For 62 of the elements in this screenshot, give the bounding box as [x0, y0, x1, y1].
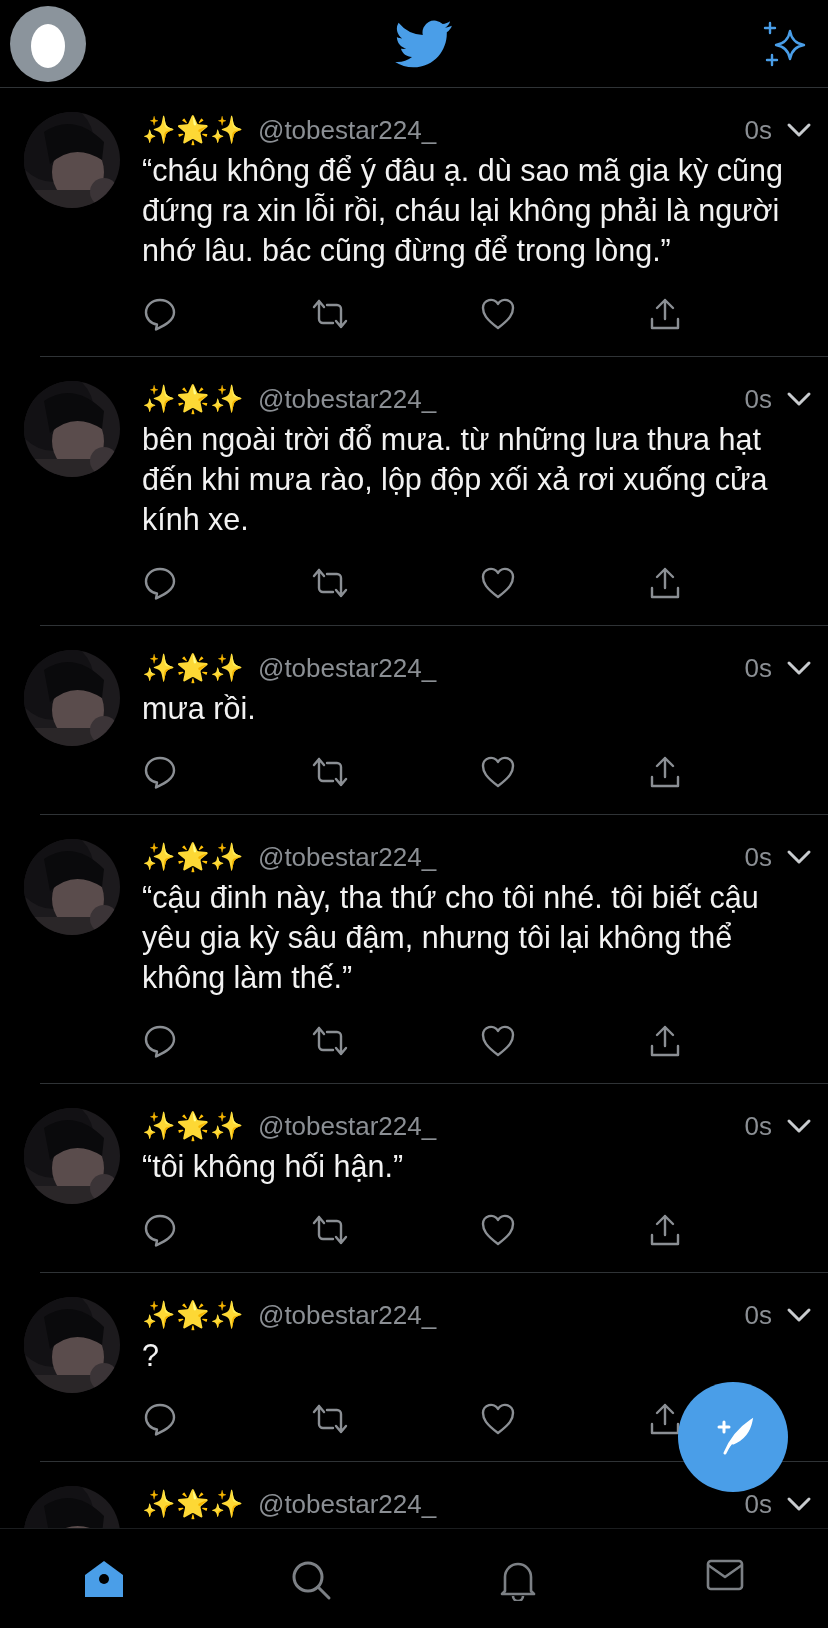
timestamp: 0s — [744, 652, 772, 684]
profile-avatar[interactable] — [10, 5, 86, 82]
share-icon[interactable] — [649, 1402, 681, 1436]
bird-logo-icon — [395, 19, 453, 68]
timestamp: 0s — [744, 1488, 772, 1520]
retweet-icon[interactable] — [311, 566, 349, 600]
timestamp: 0s — [744, 841, 772, 873]
heart-icon[interactable] — [480, 1402, 516, 1436]
share-icon[interactable] — [649, 1213, 681, 1247]
user-handle: @tobestar224_ — [258, 1488, 437, 1520]
share-icon[interactable] — [649, 1024, 681, 1058]
tweet-text: ? — [142, 1337, 160, 1374]
share-icon[interactable] — [649, 297, 681, 331]
user-handle: @tobestar224_ — [258, 114, 437, 146]
display-name: ✨🌟✨ — [142, 114, 244, 146]
chevron-down-icon[interactable] — [786, 122, 812, 138]
heart-icon[interactable] — [480, 1024, 516, 1058]
share-icon[interactable] — [649, 755, 681, 789]
user-handle: @tobestar224_ — [258, 1299, 437, 1331]
chevron-down-icon[interactable] — [786, 1118, 812, 1134]
reply-icon[interactable] — [142, 1212, 178, 1248]
chevron-down-icon[interactable] — [786, 1496, 812, 1512]
share-icon[interactable] — [649, 566, 681, 600]
heart-icon[interactable] — [480, 755, 516, 789]
reply-icon[interactable] — [142, 296, 178, 332]
chevron-down-icon[interactable] — [786, 660, 812, 676]
display-name: ✨🌟✨ — [142, 841, 244, 873]
reply-icon[interactable] — [142, 1023, 178, 1059]
display-name: ✨🌟✨ — [142, 1488, 244, 1520]
heart-icon[interactable] — [480, 1213, 516, 1247]
retweet-icon[interactable] — [311, 755, 349, 789]
tweet-text: “cậu đinh này, tha thứ cho tôi nhé. tôi biết cậu yêu gia kỳ sâu đậm, nhưng tôi lại không thể không làm thế.” — [142, 879, 760, 997]
reply-icon[interactable] — [142, 754, 178, 790]
heart-icon[interactable] — [480, 566, 516, 600]
user-handle: @tobestar224_ — [258, 383, 437, 415]
timestamp: 0s — [744, 1299, 772, 1331]
chevron-down-icon[interactable] — [786, 849, 812, 865]
timestamp: 0s — [744, 383, 772, 415]
tweet-text: “cháu không để ý đâu ạ. dù sao mã gia kỳ cũng đứng ra xin lỗi rồi, cháu lại không phải là người nhớ lâu. bác cũng đừng để trong lòng.” — [142, 152, 784, 270]
retweet-icon[interactable] — [311, 1024, 349, 1058]
mail-icon[interactable] — [705, 1559, 744, 1591]
display-name: ✨🌟✨ — [142, 1299, 244, 1331]
tweet-text: “tôi không hối hận.” — [142, 1148, 405, 1186]
heart-icon[interactable] — [480, 297, 516, 331]
reply-icon[interactable] — [142, 1401, 178, 1437]
home-icon[interactable] — [82, 1559, 125, 1599]
user-handle: @tobestar224_ — [258, 652, 437, 684]
tweet-text: mưa rồi. — [142, 690, 257, 727]
retweet-icon[interactable] — [311, 1402, 349, 1436]
display-name: ✨🌟✨ — [142, 1110, 244, 1142]
timestamp: 0s — [744, 114, 772, 146]
tweet-text: bên ngoài trời đổ mưa. từ những lưa thưa hạt đến khi mưa rào, lộp độp xối xả rơi xuống cửa kính xe. — [142, 421, 769, 538]
user-handle: @tobestar224_ — [258, 1110, 437, 1142]
reply-icon[interactable] — [142, 565, 178, 601]
display-name: ✨🌟✨ — [142, 652, 244, 684]
timestamp: 0s — [744, 1110, 772, 1142]
display-name: ✨🌟✨ — [142, 383, 244, 415]
retweet-icon[interactable] — [311, 1213, 349, 1247]
chevron-down-icon[interactable] — [786, 391, 812, 407]
user-handle: @tobestar224_ — [258, 841, 437, 873]
retweet-icon[interactable] — [311, 297, 349, 331]
chevron-down-icon[interactable] — [786, 1307, 812, 1323]
